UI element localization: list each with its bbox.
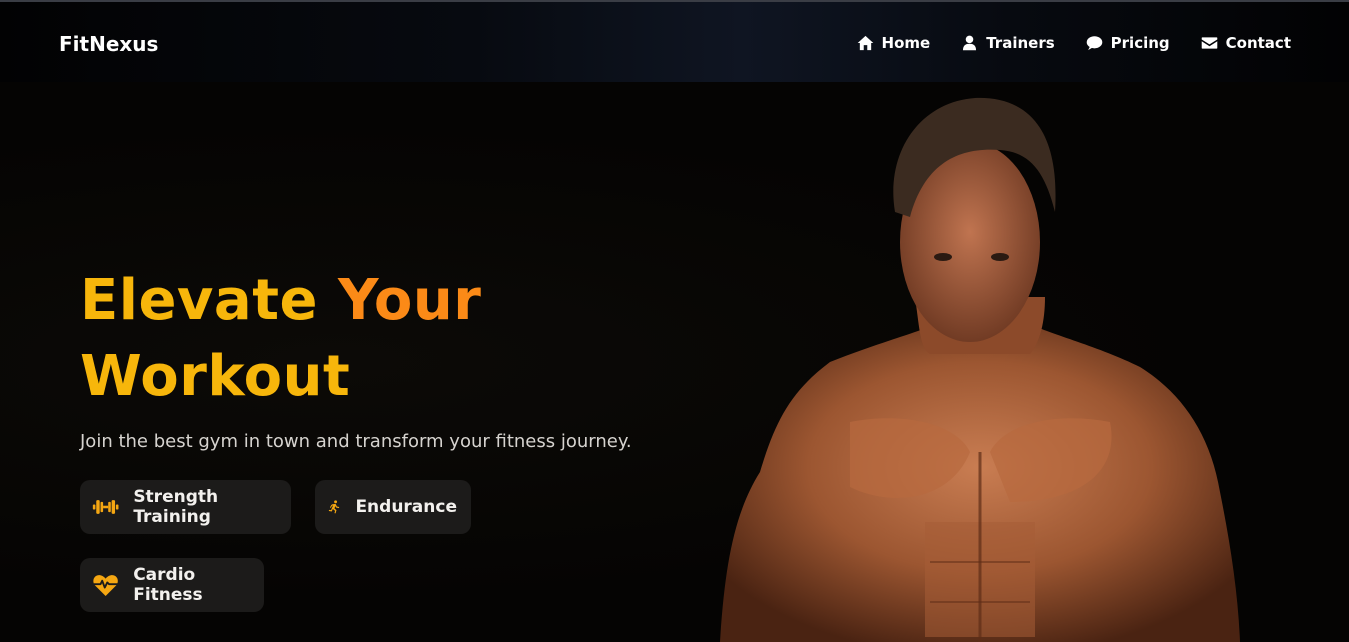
main-nav: Home Trainers Pricing Contact (857, 34, 1291, 52)
feature-cardio-label: Cardio Fitness (133, 565, 203, 605)
dumbbell-icon (92, 500, 119, 514)
envelope-icon (1201, 37, 1217, 49)
nav-pricing[interactable]: Pricing (1086, 34, 1170, 52)
hero-title: Elevate Your Workout (80, 263, 481, 415)
running-icon (328, 500, 340, 514)
nav-contact[interactable]: Contact (1201, 34, 1291, 52)
heartbeat-icon (93, 575, 118, 597)
feature-endurance[interactable]: Endurance (315, 480, 471, 534)
hero-title-word-2: Your (337, 268, 482, 333)
feature-strength-training[interactable]: Strength Training (80, 480, 291, 534)
nav-home-label: Home (881, 34, 931, 52)
feature-endurance-label: Endurance (355, 497, 457, 517)
nav-trainers[interactable]: Trainers (961, 34, 1055, 52)
hero-title-word-1: Elevate (80, 268, 318, 333)
nav-contact-label: Contact (1225, 34, 1291, 52)
chat-icon (1086, 36, 1102, 51)
home-icon (857, 35, 873, 51)
nav-trainers-label: Trainers (986, 34, 1055, 52)
nav-home[interactable]: Home (857, 34, 931, 52)
hero-subtitle: Join the best gym in town and transform … (80, 431, 632, 452)
hero-title-word-3: Workout (80, 344, 351, 409)
nav-pricing-label: Pricing (1110, 34, 1170, 52)
navbar: FitNexus Home Trainers Pricing Contact (0, 0, 1349, 82)
user-icon (963, 35, 977, 51)
brand-logo[interactable]: FitNexus (59, 32, 158, 56)
muscular-man-photo (720, 97, 1240, 642)
feature-strength-label: Strength Training (133, 487, 219, 527)
feature-cardio-fitness[interactable]: Cardio Fitness (80, 558, 264, 612)
